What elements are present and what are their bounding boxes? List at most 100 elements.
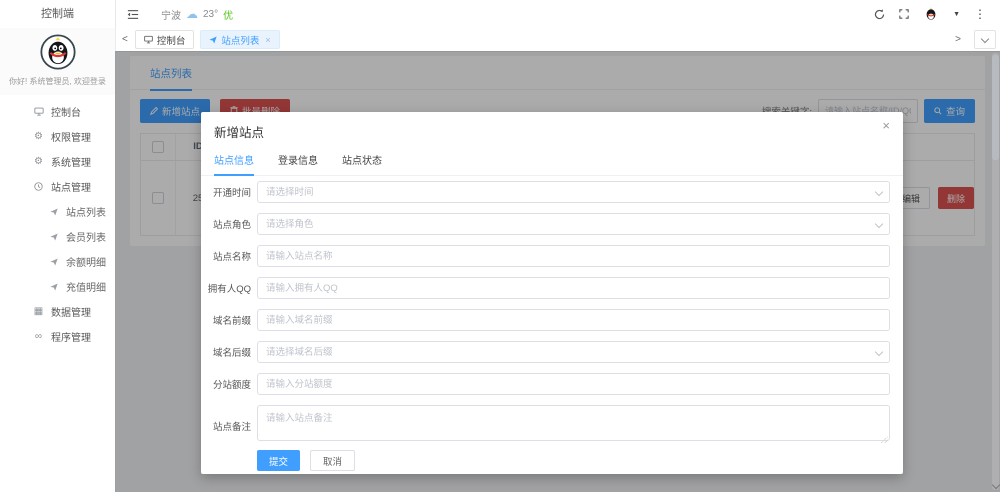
field-label-owner-qq: 拥有人QQ — [201, 281, 251, 295]
sidebar: 控制端 你好! 系统管理员, 欢迎登录 控制台 ⚙权限管理 ⚙ 系统管理站点管理站点列… — [0, 0, 116, 492]
field-control-open-time — [257, 181, 890, 203]
scrollbar-thumb[interactable] — [992, 55, 999, 160]
sidebar-item-site-list[interactable]: 站点列表 — [0, 199, 115, 224]
profile-block: 你好! 系统管理员, 欢迎登录 — [0, 28, 115, 95]
sidebar-item-system-management[interactable]: ⚙ 系统管理 — [0, 149, 115, 174]
user-avatar[interactable] — [923, 6, 939, 22]
app-window: 控制端 你好! 系统管理员, 欢迎登录 控制台⚙权限管理⚙系统管理站点管理站点列… — [0, 0, 1000, 492]
field-control-branch-quota — [257, 373, 890, 395]
more-options-icon[interactable]: ⋮ — [974, 7, 986, 21]
sidebar-item-program-management[interactable]: ∞ 程序管理 — [0, 324, 115, 349]
field-label-domain-suffix: 域名后缀 — [201, 345, 251, 359]
monitor-icon — [144, 35, 153, 44]
sidebar-item-data-management[interactable]: ▦数据管理 — [0, 299, 115, 324]
field-control-domain-suffix — [257, 341, 890, 363]
sidebar-item-label: 余额明细 — [66, 254, 106, 269]
field-input-domain-prefix[interactable] — [257, 309, 890, 331]
sidebar-item-recharge-detail[interactable]: 充值明细 — [0, 274, 115, 299]
modal-form: 开通时间站点角色站点名称拥有人QQ 域名前缀域名后缀分站额度站点备注 — [201, 181, 890, 456]
collapse-sidebar-icon[interactable] — [127, 9, 139, 20]
plane-icon — [47, 258, 60, 266]
sidebar-menu: 控制台 ⚙权限管理 ⚙ 系统管理站点管理站点列表会员列表余额明细充值明细 ▦数据管理 ∞ 程… — [0, 95, 115, 349]
sidebar-item-label: 会员列表 — [66, 229, 106, 244]
field-row-domain-prefix: 域名前缀 — [201, 309, 890, 331]
tabbar-right-controls: > — [948, 30, 996, 49]
submit-button[interactable]: 提交 — [257, 450, 300, 471]
tabs-scroll-left-icon[interactable]: < — [115, 34, 135, 45]
field-row-site-name: 站点名称 — [201, 245, 890, 267]
field-input-site-remark[interactable] — [257, 405, 890, 441]
field-input-branch-quota[interactable] — [257, 373, 890, 395]
field-label-domain-prefix: 域名前缀 — [201, 313, 251, 327]
welcome-text: 你好! 系统管理员, 欢迎登录 — [0, 76, 115, 87]
field-input-site-name[interactable] — [257, 245, 890, 267]
sidebar-item-label: 权限管理 — [51, 129, 91, 144]
field-control-owner-qq — [257, 277, 890, 299]
sidebar-item-label: 站点管理 — [51, 179, 91, 194]
modal-title: 新增站点 — [214, 122, 264, 141]
tab-site-list[interactable]: 站点列表 × — [200, 30, 279, 49]
tab-options-button[interactable] — [974, 30, 996, 49]
tabbar: < 控制台 站点列表 × > — [115, 28, 1000, 52]
field-label-site-role: 站点角色 — [201, 217, 251, 231]
field-row-domain-suffix: 域名后缀 — [201, 341, 890, 363]
refresh-icon[interactable] — [874, 9, 885, 20]
tab-console[interactable]: 控制台 — [135, 30, 195, 49]
sidebar-item-label: 程序管理 — [51, 329, 91, 344]
monitor-icon — [32, 107, 45, 116]
app-title: 控制端 — [0, 0, 115, 28]
field-row-open-time: 开通时间 — [201, 181, 890, 203]
sidebar-item-console[interactable]: 控制台 — [0, 99, 115, 124]
weather-widget: 宁波 ☁ 23° 优 — [161, 7, 233, 22]
modal-tab-0[interactable]: 站点信息 — [214, 152, 254, 176]
tab-label: 控制台 — [157, 33, 186, 47]
tabs-scroll-right-icon[interactable]: > — [948, 34, 968, 45]
topbar-actions: ▼ ⋮ — [874, 6, 986, 22]
chevron-down-icon — [981, 34, 989, 42]
modal-close-icon[interactable]: × — [882, 119, 890, 132]
field-input-open-time[interactable] — [257, 181, 890, 203]
sidebar-item-balance-detail[interactable]: 余额明细 — [0, 249, 115, 274]
sidebar-item-label: 充值明细 — [66, 279, 106, 294]
field-label-open-time: 开通时间 — [201, 185, 251, 199]
gear-icon: ⚙ — [32, 157, 45, 167]
plane-icon — [47, 283, 60, 291]
topbar: 宁波 ☁ 23° 优 — [115, 0, 1000, 29]
plane-icon — [47, 233, 60, 241]
field-label-site-remark: 站点备注 — [201, 419, 251, 433]
fullscreen-icon[interactable] — [899, 9, 909, 19]
field-label-branch-quota: 分站额度 — [201, 377, 251, 391]
cancel-button[interactable]: 取消 — [310, 450, 355, 471]
qq-penguin-avatar — [40, 34, 76, 70]
add-site-modal: 新增站点 × 站点信息登录信息站点状态 开通时间站点角色站点名称拥有人QQ 域名前… — [201, 112, 903, 474]
sidebar-item-label: 数据管理 — [51, 304, 91, 319]
field-row-owner-qq: 拥有人QQ — [201, 277, 890, 299]
sidebar-item-label: 控制台 — [51, 104, 81, 119]
city-label: 宁波 — [161, 7, 181, 22]
sidebar-item-site-management[interactable]: 站点管理 — [0, 174, 115, 199]
scroll-down-icon — [992, 481, 1000, 489]
temperature-label: 23° — [203, 9, 218, 20]
modal-actions: 提交 取消 — [257, 450, 355, 471]
vertical-scrollbar[interactable] — [992, 53, 999, 490]
modal-tab-2[interactable]: 站点状态 — [342, 152, 382, 176]
tab-close-icon[interactable]: × — [265, 35, 270, 45]
field-control-site-name — [257, 245, 890, 267]
cloud-icon: ☁ — [186, 8, 198, 20]
plane-icon — [47, 208, 60, 216]
field-input-domain-suffix[interactable] — [257, 341, 890, 363]
sidebar-item-permission-management[interactable]: ⚙权限管理 — [0, 124, 115, 149]
air-quality-label: 优 — [223, 7, 233, 22]
modal-tab-1[interactable]: 登录信息 — [278, 152, 318, 176]
sidebar-item-label: 系统管理 — [51, 154, 91, 169]
field-row-site-remark: 站点备注 — [201, 405, 890, 446]
modal-tabs: 站点信息登录信息站点状态 — [214, 152, 890, 176]
paper-plane-icon — [209, 36, 217, 44]
sidebar-item-member-list[interactable]: 会员列表 — [0, 224, 115, 249]
field-input-owner-qq[interactable] — [257, 277, 890, 299]
infinity-icon: ∞ — [32, 332, 45, 342]
field-control-site-remark — [257, 405, 890, 446]
field-control-domain-prefix — [257, 309, 890, 331]
chevron-down-icon[interactable]: ▼ — [953, 11, 960, 18]
field-input-site-role[interactable] — [257, 213, 890, 235]
